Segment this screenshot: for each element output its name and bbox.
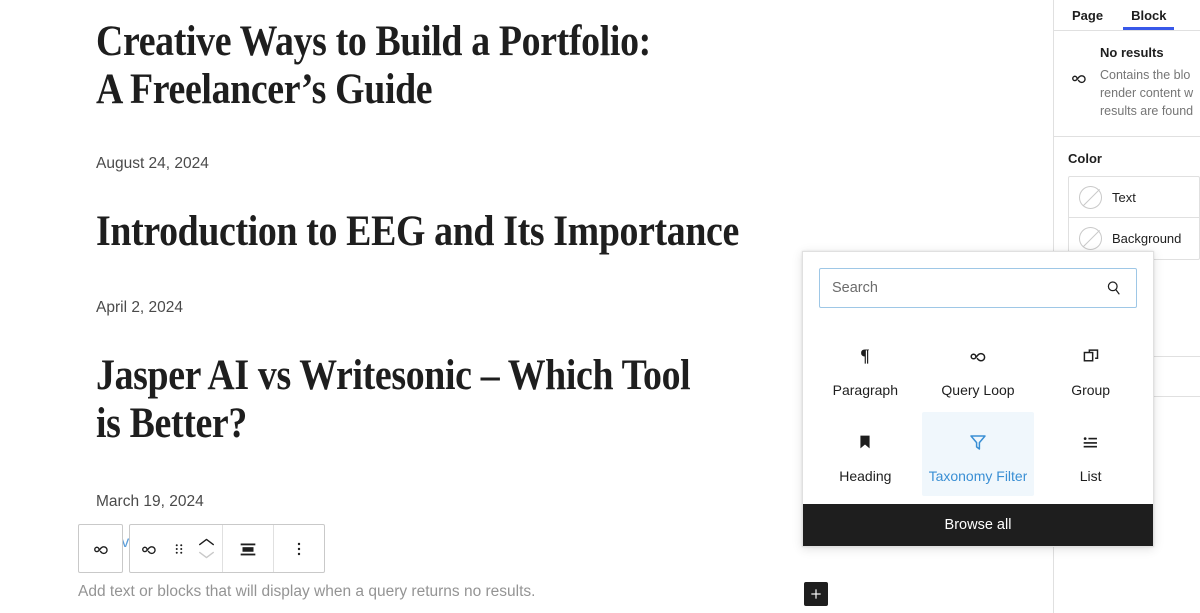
inserter-block-grid: ¶ Paragraph Query Loop Group Heading Tax… [803, 316, 1153, 504]
color-section-title: Color [1068, 151, 1102, 166]
post-title[interactable]: Creative Ways to Build a Portfolio: A Fr… [96, 18, 659, 114]
inserter-block-heading-label: Heading [839, 468, 892, 484]
color-swatch-none-icon [1079, 227, 1102, 250]
block-card-icon-wrap [1068, 45, 1090, 120]
block-options-button[interactable] [276, 525, 322, 572]
align-button[interactable] [225, 525, 271, 572]
block-card-description: Contains the blo render content w result… [1100, 66, 1200, 120]
paragraph-icon: ¶ [854, 342, 876, 370]
block-card: No results Contains the blo render conte… [1054, 31, 1200, 137]
svg-text:¶: ¶ [861, 346, 870, 366]
browse-all-label: Browse all [944, 517, 1012, 533]
inserter-block-taxonomy-filter[interactable]: Taxonomy Filter [921, 412, 1035, 496]
inserter-block-group[interactable]: Group [1034, 326, 1147, 410]
post-date[interactable]: August 24, 2024 [96, 154, 209, 174]
drag-handle-button[interactable] [166, 525, 192, 572]
tab-page[interactable]: Page [1058, 0, 1117, 30]
tab-block[interactable]: Block [1117, 0, 1180, 30]
inserter-block-paragraph[interactable]: ¶ Paragraph [809, 326, 922, 410]
color-row-text-label: Text [1112, 189, 1136, 205]
more-options-group [274, 525, 324, 572]
inserter-block-paragraph-label: Paragraph [832, 382, 899, 398]
sidebar-tabs: Page Block [1054, 0, 1200, 31]
block-editor-root: Creative Ways to Build a Portfolio: A Fr… [0, 0, 1200, 613]
post-title[interactable]: Jasper AI vs Writesonic – Which Tool is … [96, 352, 712, 448]
chevron-up-icon [198, 538, 214, 546]
inserter-block-group-label: Group [1071, 382, 1111, 398]
inserter-search-wrap [803, 252, 1153, 316]
tab-block-label: Block [1131, 7, 1167, 23]
chevron-down-icon [198, 551, 214, 559]
block-card-description-line: results are found [1100, 104, 1194, 118]
browse-all-button[interactable]: Browse all [803, 504, 1153, 546]
block-switcher-group [130, 525, 223, 572]
color-panel: Text Background [1068, 176, 1200, 260]
post-date[interactable]: March 19, 2024 [96, 492, 204, 512]
search-input[interactable] [820, 280, 1104, 296]
query-loop-icon [142, 545, 156, 554]
block-card-description-line: render content w [1100, 86, 1194, 100]
no-results-placeholder-text: Add text or blocks that will display whe… [78, 583, 536, 600]
inserter-block-heading[interactable]: Heading [809, 412, 922, 496]
color-row-text[interactable]: Text [1069, 177, 1199, 218]
query-loop-icon [966, 342, 990, 370]
block-card-description-line: Contains the blo [1100, 68, 1191, 82]
plus-icon [811, 589, 821, 599]
block-toolbar-wrapper [78, 524, 325, 573]
drag-handle-icon [175, 543, 183, 554]
block-inserter-popover: ¶ Paragraph Query Loop [802, 251, 1154, 547]
inserter-block-list-label: List [1079, 468, 1102, 484]
alignment-group [223, 525, 274, 572]
group-icon [1080, 342, 1102, 370]
inserter-block-query-loop[interactable]: Query Loop [922, 326, 1035, 410]
tab-page-label: Page [1072, 7, 1104, 23]
query-loop-icon [1072, 75, 1086, 84]
block-type-switcher-button[interactable] [132, 525, 166, 572]
block-mover-buttons[interactable] [192, 525, 220, 572]
inserter-block-taxonomy-filter-label: Taxonomy Filter [928, 468, 1028, 484]
inserter-search-field[interactable] [819, 268, 1137, 308]
heading-icon [854, 428, 876, 456]
post-title[interactable]: Introduction to EEG and Its Importance [96, 208, 765, 256]
post-date[interactable]: April 2, 2024 [96, 298, 183, 318]
block-card-text: No results Contains the blo render conte… [1100, 45, 1200, 120]
block-card-title: No results [1100, 45, 1164, 60]
search-icon [1104, 278, 1136, 298]
color-row-background-label: Background [1112, 231, 1182, 246]
align-center-icon [240, 543, 256, 555]
add-block-button[interactable] [804, 582, 828, 606]
block-toolbar [129, 524, 325, 573]
more-vertical-icon [297, 542, 301, 555]
query-loop-icon [93, 545, 108, 554]
select-parent-block-button[interactable] [78, 524, 123, 573]
list-icon [1080, 428, 1102, 456]
inserter-block-query-loop-label: Query Loop [941, 382, 1015, 398]
inserter-block-list[interactable]: List [1034, 412, 1147, 496]
color-swatch-none-icon [1079, 185, 1102, 209]
taxonomy-filter-icon [966, 428, 990, 456]
